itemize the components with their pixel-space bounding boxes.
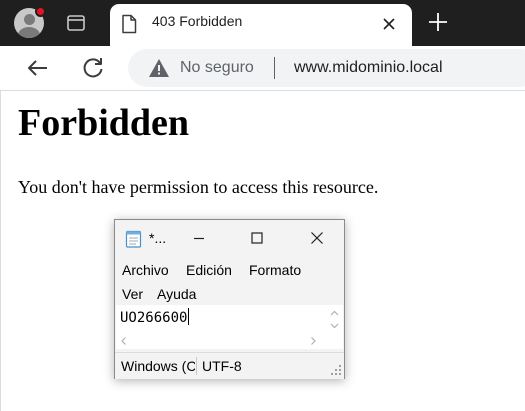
chevron-right-icon xyxy=(311,337,316,345)
tab-search-icon xyxy=(67,15,85,31)
warning-triangle-icon[interactable] xyxy=(148,58,170,78)
notification-dot-icon xyxy=(35,6,46,17)
maximize-icon xyxy=(251,232,263,244)
editor-content: UO266600 xyxy=(120,310,188,326)
address-bar[interactable]: No seguro www.midominio.local xyxy=(128,49,525,87)
chevron-left-icon xyxy=(121,337,126,345)
maximize-button[interactable] xyxy=(245,227,269,249)
editor-text[interactable]: UO266600 xyxy=(120,308,190,326)
close-icon xyxy=(311,232,323,244)
plus-icon xyxy=(429,13,447,31)
new-tab-button[interactable] xyxy=(424,8,452,36)
minimize-button[interactable] xyxy=(187,227,211,249)
menu-ayuda[interactable]: Ayuda xyxy=(157,286,196,302)
chevron-up-icon xyxy=(330,310,339,316)
vertical-scrollbar[interactable] xyxy=(326,305,343,333)
url-text[interactable]: www.midominio.local xyxy=(294,59,443,77)
security-status[interactable]: No seguro xyxy=(180,59,254,77)
back-button[interactable] xyxy=(24,54,52,82)
status-divider xyxy=(196,357,197,375)
browser-tab-strip: 403 Forbidden xyxy=(0,0,525,46)
resize-grip-icon[interactable] xyxy=(330,364,342,376)
menu-edicion[interactable]: Edición xyxy=(186,262,232,278)
tab-search-button[interactable] xyxy=(62,9,90,37)
close-button[interactable] xyxy=(305,227,329,249)
page-icon xyxy=(122,14,137,34)
reload-icon xyxy=(83,58,103,78)
notepad-titlebar[interactable]: *... xyxy=(115,220,344,256)
notepad-statusbar: Windows (CRLF) UTF-8 xyxy=(115,352,344,379)
text-caret xyxy=(188,308,190,325)
tab-close-button[interactable] xyxy=(378,13,400,35)
notepad-title: *... xyxy=(149,230,167,246)
menu-archivo[interactable]: Archivo xyxy=(122,262,169,278)
tab-active[interactable]: 403 Forbidden xyxy=(110,4,412,46)
page-heading: Forbidden xyxy=(18,102,190,144)
page-message: You don't have permission to access this… xyxy=(18,177,379,197)
omnibox-divider xyxy=(274,57,275,79)
close-icon xyxy=(383,18,395,30)
page-edge xyxy=(0,91,1,411)
arrow-left-icon xyxy=(28,60,47,76)
tab-title: 403 Forbidden xyxy=(152,13,243,29)
browser-toolbar: No seguro www.midominio.local xyxy=(0,46,525,90)
status-encoding: UTF-8 xyxy=(202,358,242,374)
menu-ver[interactable]: Ver xyxy=(122,286,143,302)
status-line-ending: Windows (CRLF) xyxy=(121,358,195,374)
notepad-editor[interactable]: UO266600 xyxy=(116,305,343,349)
minimize-icon xyxy=(194,237,204,240)
notepad-window: *... Archivo Edición Formato Ver Ayuda U… xyxy=(114,219,345,379)
notepad-icon xyxy=(125,230,142,248)
screen: 403 Forbidden No seguro www.midominio.lo… xyxy=(0,0,525,411)
menu-formato[interactable]: Formato xyxy=(249,262,301,278)
chevron-down-icon xyxy=(330,323,339,329)
horizontal-scrollbar[interactable] xyxy=(116,333,343,349)
reload-button[interactable] xyxy=(79,54,107,82)
